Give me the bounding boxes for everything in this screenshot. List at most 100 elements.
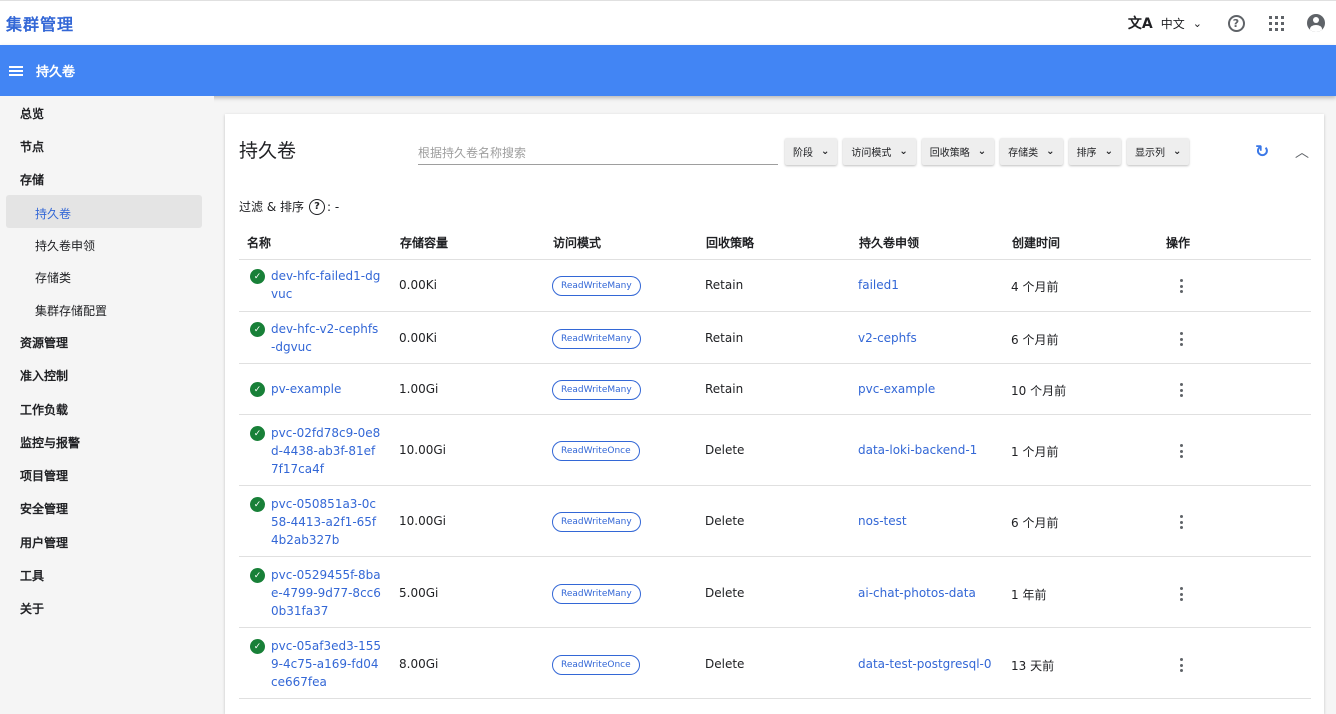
reclaim-cell: Retain bbox=[705, 278, 744, 292]
filter-phase-label: 阶段 bbox=[793, 148, 813, 159]
access-mode-chip: ReadWriteOnce bbox=[552, 441, 640, 461]
help-icon[interactable]: ? bbox=[309, 198, 325, 215]
column-header-claim[interactable]: 持久卷申领 bbox=[859, 234, 919, 251]
search-input[interactable] bbox=[418, 142, 778, 165]
filter-reclaim-policy-button[interactable]: 回收策略 ⌄ bbox=[921, 138, 995, 165]
sidebar-item-storage-classes[interactable]: 存储类 bbox=[35, 269, 71, 286]
filter-sort-value: - bbox=[334, 199, 340, 214]
claim-link[interactable]: ai-chat-photos-data bbox=[858, 586, 976, 600]
filter-access-mode-button[interactable]: 访问模式 ⌄ bbox=[843, 138, 916, 165]
table-row: ✓ pvc-050851a3-0c58-4413-a2f1-65f4b2ab327… bbox=[239, 486, 1311, 557]
account-button[interactable] bbox=[1296, 3, 1336, 43]
created-cell: 13 天前 bbox=[1011, 659, 1055, 673]
help-icon: ? bbox=[1227, 14, 1245, 32]
chevron-down-icon: ⌄ bbox=[821, 146, 830, 157]
pv-name-link[interactable]: pvc-050851a3-0c58-4413-a2f1-65f4b2ab327b bbox=[271, 495, 381, 549]
more-vert-icon[interactable] bbox=[1180, 279, 1184, 293]
language-selector[interactable]: 文A 中文 ⌄ bbox=[1128, 13, 1202, 33]
claim-link[interactable]: nos-test bbox=[858, 514, 907, 528]
check-circle-icon: ✓ bbox=[250, 269, 265, 284]
column-header-access-mode[interactable]: 访问模式 bbox=[553, 234, 601, 251]
capacity-cell: 1.00Gi bbox=[399, 382, 439, 396]
access-mode-chip: ReadWriteMany bbox=[552, 584, 641, 604]
refresh-icon[interactable]: ↻ bbox=[1255, 142, 1269, 162]
sidebar-item-persistent-volumes[interactable]: 持久卷 bbox=[35, 205, 71, 222]
columns-button[interactable]: 显示列 ⌄ bbox=[1126, 138, 1190, 165]
sidebar: 总览 节点 存储 持久卷 持久卷申领 存储类 集群存储配置 资源管理 准入控制 … bbox=[0, 96, 214, 704]
app-title[interactable]: 集群管理 bbox=[6, 11, 74, 35]
columns-label: 显示列 bbox=[1134, 148, 1165, 159]
pv-name-link[interactable]: pvc-0529455f-8bae-4799-9d77-8cc60b31fa37 bbox=[271, 566, 381, 620]
capacity-cell: 5.00Gi bbox=[399, 586, 439, 600]
created-cell: 6 个月前 bbox=[1011, 333, 1059, 347]
chevron-up-icon[interactable]: ︿ bbox=[1295, 142, 1309, 162]
sidebar-item-workloads[interactable]: 工作负载 bbox=[20, 401, 68, 418]
sidebar-item-storage[interactable]: 存储 bbox=[20, 171, 44, 188]
pv-name-link[interactable]: pvc-02fd78c9-0e8d-4438-ab3f-81ef7f17ca4f bbox=[271, 424, 381, 478]
table-row: ✓ pvc-02fd78c9-0e8d-4438-ab3f-81ef7f17ca4… bbox=[239, 415, 1311, 486]
more-vert-icon[interactable] bbox=[1180, 587, 1184, 601]
table-row: ✓ pvc-0529455f-8bae-4799-9d77-8cc60b31fa3… bbox=[239, 557, 1311, 628]
sidebar-item-cluster-storage-config[interactable]: 集群存储配置 bbox=[35, 302, 107, 319]
pv-name-link[interactable]: dev-hfc-v2-cephfs-dgvuc bbox=[271, 320, 381, 356]
reclaim-cell: Delete bbox=[705, 443, 745, 457]
reclaim-cell: Retain bbox=[705, 331, 744, 345]
pv-name-link[interactable]: pvc-05af3ed3-1559-4c75-a169-fd04ce667fea bbox=[271, 637, 381, 691]
claim-link[interactable]: failed1 bbox=[858, 278, 899, 292]
pv-name-link[interactable]: pv-example bbox=[271, 380, 381, 398]
check-circle-icon: ✓ bbox=[250, 322, 265, 337]
capacity-cell: 0.00Ki bbox=[399, 278, 437, 292]
sidebar-item-security[interactable]: 安全管理 bbox=[20, 500, 68, 517]
access-mode-chip: ReadWriteMany bbox=[552, 329, 641, 349]
filter-storage-class-label: 存储类 bbox=[1008, 148, 1039, 159]
table-row: ✓ dev-hfc-v2-cephfs-dgvuc 0.00Ki ReadWrit… bbox=[239, 312, 1311, 364]
apps-grid-icon bbox=[1268, 15, 1284, 31]
more-vert-icon[interactable] bbox=[1180, 332, 1184, 346]
capacity-cell: 0.00Ki bbox=[399, 331, 437, 345]
more-vert-icon[interactable] bbox=[1180, 444, 1184, 458]
account-icon bbox=[1307, 14, 1325, 32]
column-header-actions: 操作 bbox=[1166, 236, 1191, 250]
chevron-down-icon: ⌄ bbox=[1104, 146, 1113, 157]
sidebar-item-tools[interactable]: 工具 bbox=[20, 567, 44, 584]
table-row: ✓ pvc-05af3ed3-1559-4c75-a169-fd04ce667fe… bbox=[239, 628, 1311, 699]
more-vert-icon[interactable] bbox=[1180, 383, 1184, 397]
sidebar-item-admission-control[interactable]: 准入控制 bbox=[20, 367, 68, 384]
more-vert-icon[interactable] bbox=[1180, 658, 1184, 672]
claim-link[interactable]: data-test-postgresql-0 bbox=[858, 657, 992, 671]
chevron-down-icon: ⌄ bbox=[1192, 16, 1202, 30]
claim-link[interactable]: pvc-example bbox=[858, 382, 935, 396]
sidebar-item-projects[interactable]: 项目管理 bbox=[20, 467, 68, 484]
pv-name-link[interactable]: dev-hfc-failed1-dgvuc bbox=[271, 267, 381, 303]
sort-button[interactable]: 排序 ⌄ bbox=[1068, 138, 1121, 165]
created-cell: 1 个月前 bbox=[1011, 445, 1059, 459]
access-mode-chip: ReadWriteMany bbox=[552, 512, 641, 532]
sidebar-item-users[interactable]: 用户管理 bbox=[20, 534, 68, 551]
sidebar-item-resources[interactable]: 资源管理 bbox=[20, 334, 68, 351]
filter-buttons: 阶段 ⌄ 访问模式 ⌄ 回收策略 ⌄ 存储类 ⌄ 排序 ⌄ 显示列 ⌄ bbox=[785, 138, 1195, 165]
filter-phase-button[interactable]: 阶段 ⌄ bbox=[785, 138, 838, 165]
menu-icon[interactable] bbox=[9, 65, 23, 76]
sidebar-item-overview[interactable]: 总览 bbox=[20, 105, 44, 122]
sort-label: 排序 bbox=[1076, 148, 1097, 159]
sidebar-item-monitoring[interactable]: 监控与报警 bbox=[20, 434, 80, 451]
chevron-down-icon: ⌄ bbox=[1046, 146, 1055, 157]
help-button[interactable]: ? bbox=[1216, 3, 1256, 43]
sidebar-item-about[interactable]: 关于 bbox=[20, 600, 44, 617]
apps-button[interactable] bbox=[1256, 3, 1296, 43]
check-circle-icon: ✓ bbox=[250, 568, 265, 583]
column-header-created[interactable]: 创建时间 bbox=[1012, 234, 1060, 251]
row-name-cell: ✓ pv-example bbox=[250, 380, 381, 398]
capacity-cell: 10.00Gi bbox=[399, 514, 446, 528]
column-header-capacity[interactable]: 存储容量 bbox=[400, 234, 448, 251]
sidebar-item-persistent-volume-claims[interactable]: 持久卷申领 bbox=[35, 237, 95, 254]
column-header-reclaim-policy[interactable]: 回收策略 bbox=[706, 234, 754, 251]
created-cell: 1 年前 bbox=[1011, 588, 1047, 602]
table-row: ✓ pv-example 1.00Gi ReadWriteMany Retain … bbox=[239, 364, 1311, 415]
more-vert-icon[interactable] bbox=[1180, 515, 1184, 529]
claim-link[interactable]: v2-cephfs bbox=[858, 331, 917, 345]
claim-link[interactable]: data-loki-backend-1 bbox=[858, 443, 977, 457]
filter-storage-class-button[interactable]: 存储类 ⌄ bbox=[1000, 138, 1063, 165]
column-header-name[interactable]: 名称 bbox=[247, 234, 271, 251]
sidebar-item-nodes[interactable]: 节点 bbox=[20, 138, 44, 155]
